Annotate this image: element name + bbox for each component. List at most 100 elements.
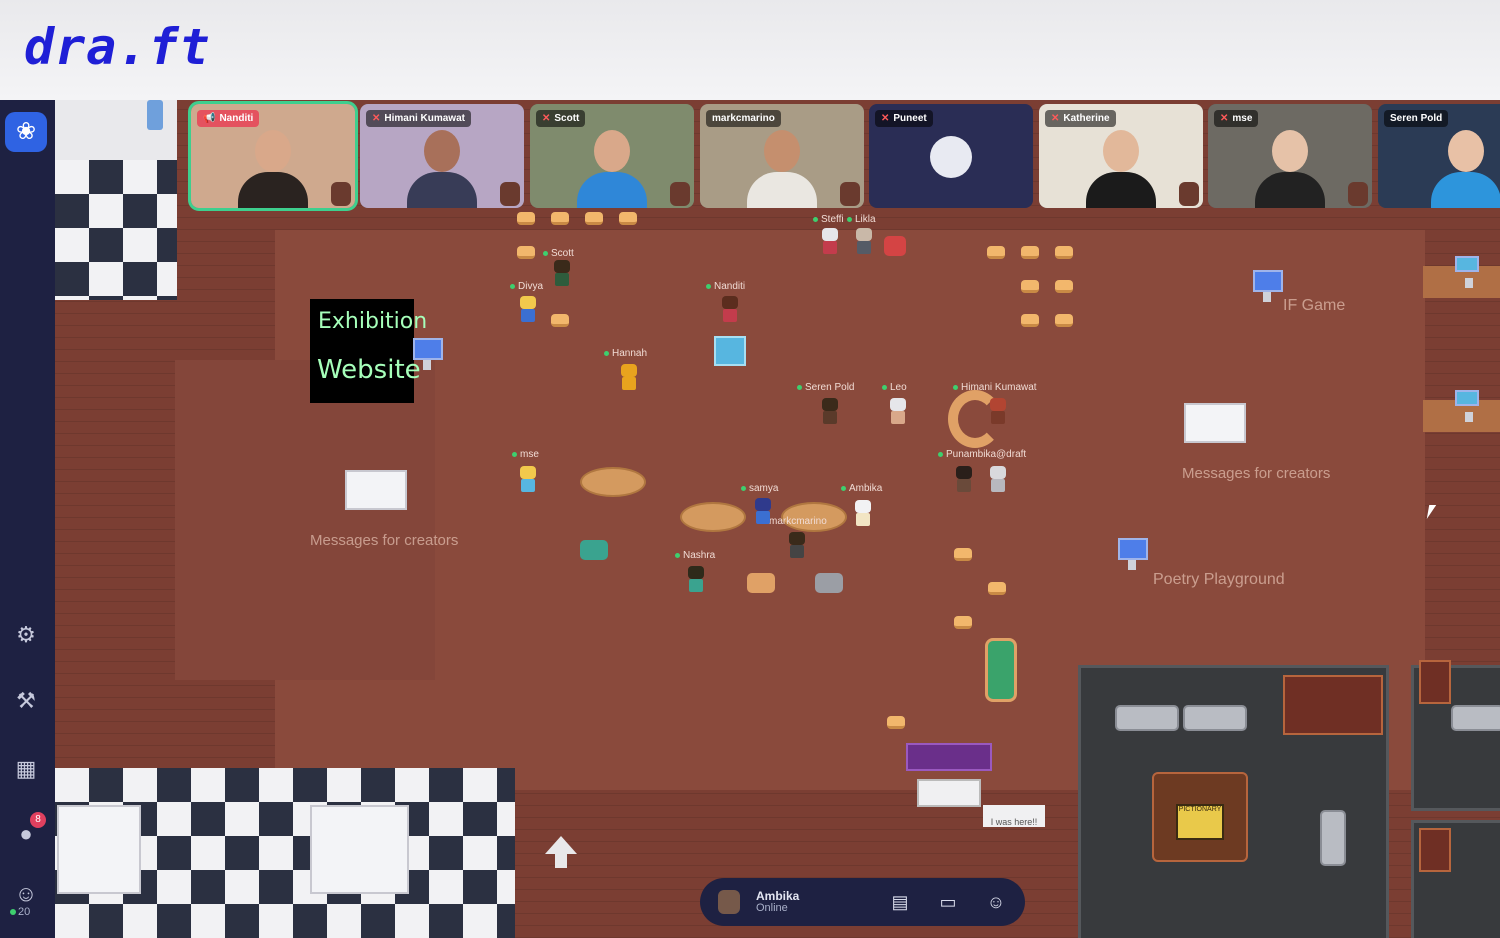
video-tile[interactable]: ✕ mse <box>1208 104 1372 208</box>
video-tile[interactable]: markcmarino <box>700 104 864 208</box>
participant-map-avatar <box>331 182 351 206</box>
player-name: Seren Pold <box>797 382 854 393</box>
player-name: Hannah <box>604 348 647 359</box>
participant-name-tag: ✕ mse <box>1214 110 1259 127</box>
player-avatar[interactable] <box>787 532 807 558</box>
chair <box>580 540 608 560</box>
player-name: samya <box>741 483 778 494</box>
participant-video <box>1255 120 1325 208</box>
map-icon[interactable]: ▤ <box>886 888 914 916</box>
arrow-up-icon[interactable] <box>545 836 577 868</box>
game-map[interactable]: Exhibition Website Messages for creators… <box>55 100 1500 938</box>
brand-logo: dra.ft <box>24 18 211 76</box>
computer-monitor[interactable] <box>413 338 443 370</box>
player-avatar[interactable] <box>552 260 572 286</box>
poetry-monitor[interactable] <box>1118 538 1148 570</box>
green-sofa <box>985 638 1017 702</box>
player-name: Leo <box>882 382 907 393</box>
desk-monitor[interactable] <box>1455 256 1479 288</box>
stool <box>517 212 535 225</box>
sofa <box>1115 705 1179 731</box>
chat-icon[interactable]: ● 8 <box>8 812 46 850</box>
meeting-table <box>57 805 141 894</box>
player-avatar[interactable] <box>720 296 740 322</box>
sofa <box>1183 705 1247 731</box>
mic-off-icon: ✕ <box>1220 113 1229 124</box>
online-count: 20 <box>10 906 30 918</box>
poetry-playground-label: Poetry Playground <box>1153 571 1285 588</box>
gather-logo-icon[interactable]: ❀ <box>5 112 47 152</box>
participant-name-tag: markcmarino <box>706 110 781 127</box>
participant-name-tag: 📢 Nanditi <box>197 110 260 127</box>
messages-board-right[interactable] <box>1184 403 1246 443</box>
chair <box>884 236 906 256</box>
participant-video <box>577 120 647 208</box>
player-avatar[interactable] <box>518 466 538 492</box>
round-table <box>680 502 746 532</box>
player-avatar[interactable] <box>686 566 706 592</box>
water-cooler <box>147 100 163 130</box>
desk-monitor[interactable] <box>1455 390 1479 422</box>
participant-name-tag: ✕ Katherine <box>1045 110 1116 127</box>
player-name: Nashra <box>675 550 715 561</box>
video-tile[interactable]: ✕ Scott <box>530 104 694 208</box>
participant-name-tag: ✕ Himani Kumawat <box>366 110 471 127</box>
participant-video <box>1431 120 1500 208</box>
player-avatar[interactable] <box>820 228 840 254</box>
chat-unread-badge: 8 <box>30 812 46 828</box>
player-name: Likla <box>847 214 876 225</box>
mic-off-icon: ✕ <box>881 113 890 124</box>
stool <box>551 212 569 225</box>
emoji-icon[interactable]: ☺ <box>982 888 1010 916</box>
blue-chair <box>714 336 746 366</box>
participant-name-tag: Seren Pold <box>1384 110 1449 127</box>
bottom-toolbar: Ambika Online ▤ ▭ ☺ <box>700 878 1025 926</box>
player-avatar[interactable] <box>619 364 639 390</box>
exhibition-website-sign[interactable]: Exhibition Website <box>310 299 427 403</box>
stool <box>954 616 972 629</box>
participant-video <box>1086 120 1156 208</box>
video-tile[interactable]: ✕ Katherine <box>1039 104 1203 208</box>
settings-gear-icon[interactable]: ⚙ <box>8 619 44 651</box>
video-tile[interactable]: Seren Pold <box>1378 104 1500 208</box>
video-tile[interactable]: ✕ Himani Kumawat <box>360 104 524 208</box>
player-avatar[interactable] <box>518 296 538 322</box>
screen-share-icon[interactable]: ▭ <box>934 888 962 916</box>
player-name: Himani Kumawat <box>953 382 1037 393</box>
messages-board-left[interactable] <box>345 470 407 510</box>
video-tile[interactable]: ✕ Puneet <box>869 104 1033 208</box>
floor-area <box>175 360 435 680</box>
participant-map-avatar <box>1179 182 1199 206</box>
player-avatar[interactable] <box>820 398 840 424</box>
player-avatar[interactable] <box>853 500 873 526</box>
presentation-header: dra.ft <box>0 0 1500 100</box>
notice-board[interactable] <box>917 779 981 807</box>
chair <box>747 573 775 593</box>
if-game-monitor[interactable] <box>1253 270 1283 302</box>
stool <box>954 548 972 561</box>
pictionary-poster[interactable]: PICTIONARY <box>1176 804 1224 840</box>
calendar-icon[interactable]: ▦ <box>8 753 44 785</box>
player-avatar[interactable] <box>988 466 1008 492</box>
player-avatar[interactable] <box>988 398 1008 424</box>
user-status[interactable]: Online <box>756 902 788 914</box>
build-hammer-icon[interactable]: ⚒ <box>8 685 44 717</box>
was-here-board[interactable]: I was here!! <box>983 805 1045 827</box>
player-avatar[interactable] <box>854 228 874 254</box>
if-game-label: IF Game <box>1283 297 1346 314</box>
bookshelf <box>1283 675 1383 735</box>
participant-map-avatar <box>670 182 690 206</box>
participant-name-tag: ✕ Puneet <box>875 110 933 127</box>
user-avatar[interactable] <box>718 890 740 914</box>
participant-video <box>747 120 817 208</box>
left-sidebar: ❀ ⚙ ⚒ ▦ ● 8 ☺ 20 <box>0 100 55 938</box>
video-tile[interactable]: 📢 Nanditi <box>188 101 358 211</box>
stool <box>585 212 603 225</box>
sign-line-1: Exhibition <box>318 309 428 334</box>
player-avatar[interactable] <box>954 466 974 492</box>
stool <box>1021 280 1039 293</box>
user-name: Ambika <box>756 889 800 903</box>
participant-name-tag: ✕ Scott <box>536 110 586 127</box>
player-avatar[interactable] <box>753 498 773 524</box>
player-avatar[interactable] <box>888 398 908 424</box>
